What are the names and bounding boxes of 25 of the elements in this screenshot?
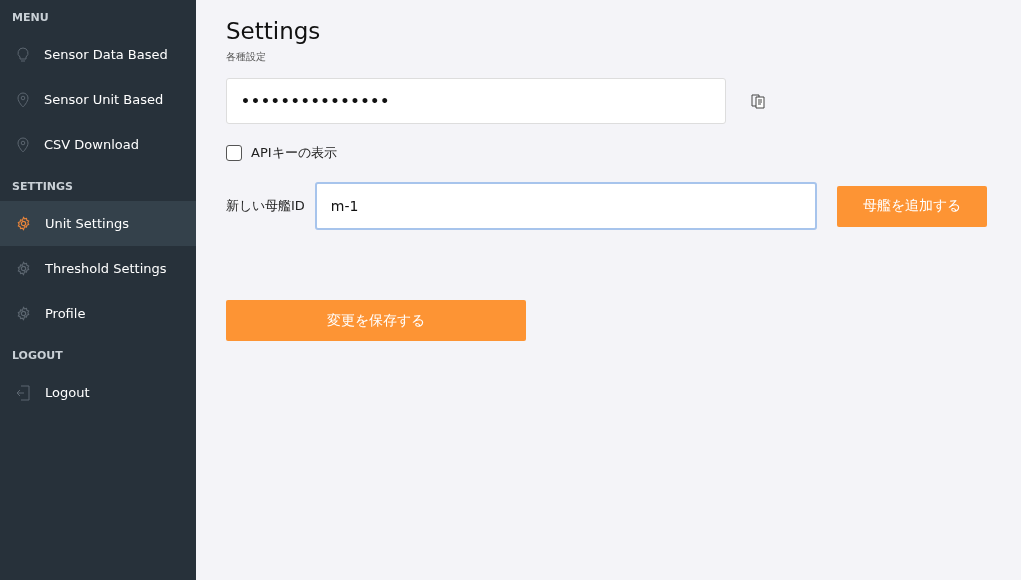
sidebar-item[interactable]: Threshold Settings	[0, 246, 196, 291]
api-key-field[interactable]: •••••••••••••••	[226, 78, 726, 124]
location-pin-icon	[16, 136, 30, 153]
sidebar-item[interactable]: CSV Download	[0, 122, 196, 167]
sidebar-item[interactable]: Profile	[0, 291, 196, 336]
section-heading: MENU	[11, 10, 50, 26]
checkbox[interactable]	[226, 145, 242, 161]
section-heading: LOGOUT	[11, 348, 64, 364]
ship-id-field[interactable]: m-1	[314, 182, 817, 230]
checkbox-label: APIキーの表示	[251, 144, 337, 162]
exit-icon	[16, 384, 31, 401]
field-label: 新しい母艦ID	[226, 197, 305, 215]
location-pin-icon	[16, 91, 30, 108]
sidebar-item[interactable]: Unit Settings	[0, 201, 196, 246]
gear-icon	[16, 216, 31, 231]
sidebar-item[interactable]: Logout	[0, 370, 196, 415]
page-subtitle: 各種設定	[226, 50, 267, 64]
page-title: Settings	[226, 18, 322, 44]
sidebar-item[interactable]: Sensor Data Based	[0, 32, 196, 77]
copy-icon[interactable]	[750, 93, 766, 109]
gear-icon	[16, 306, 31, 321]
gear-icon	[16, 261, 31, 276]
lightbulb-icon	[16, 46, 30, 63]
sidebar-item[interactable]: Sensor Unit Based	[0, 77, 196, 122]
section-heading: SETTINGS	[11, 179, 74, 195]
